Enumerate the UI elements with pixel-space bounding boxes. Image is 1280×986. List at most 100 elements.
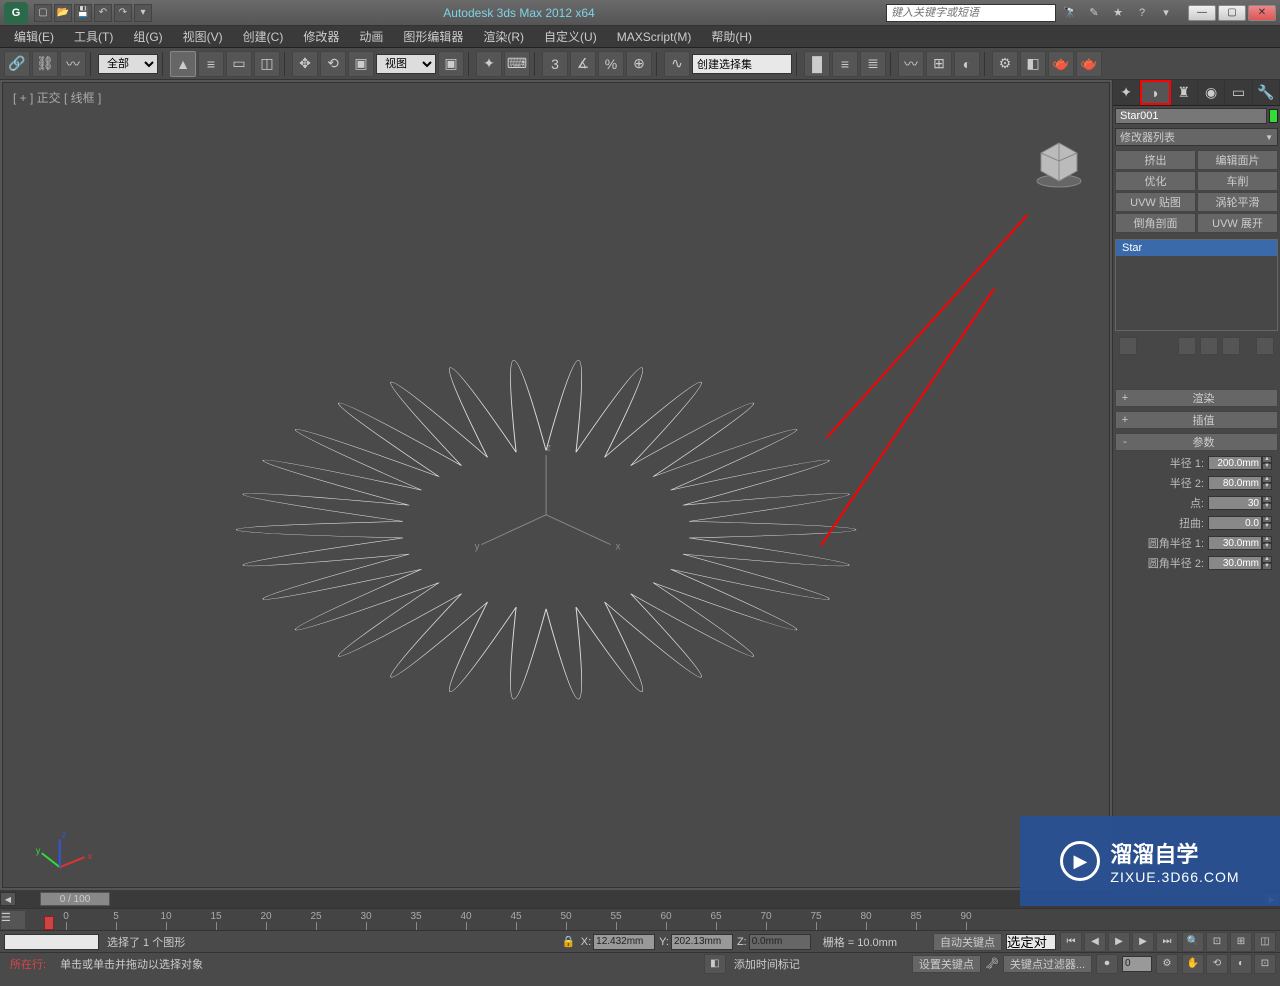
key-filters-button[interactable]: 关键点过滤器... [1003,955,1092,973]
rollout-interp-header[interactable]: +插值 [1115,411,1278,429]
move-icon[interactable]: ✥ [292,51,318,77]
snap-3d-icon[interactable]: 3 [542,51,568,77]
set-key-button[interactable]: 设置关键点 [912,955,981,973]
binoculars-icon[interactable]: 🔭 [1062,5,1078,21]
close-button[interactable]: ✕ [1248,5,1276,21]
key-marker[interactable] [44,916,54,930]
play-icon[interactable]: ▶ [1108,932,1130,952]
fillet1-input[interactable] [1208,536,1262,550]
selection-filter-dropdown[interactable]: 全部 [98,54,158,74]
radius1-input[interactable] [1208,456,1262,470]
stack-item-star[interactable]: Star [1116,240,1277,256]
select-rect-icon[interactable]: ▭ [226,51,252,77]
bevel-profile-button[interactable]: 倒角剖面 [1115,213,1196,233]
key-mode-select[interactable] [1006,934,1056,950]
pan-icon[interactable]: ✋ [1182,954,1204,974]
edit-patch-button[interactable]: 编辑面片 [1197,150,1278,170]
communication-icon[interactable]: ✎ [1086,5,1102,21]
menu-graph-editors[interactable]: 图形编辑器 [393,28,473,45]
add-time-tag[interactable]: 添加时间标记 [730,956,804,972]
fillet2-input[interactable] [1208,556,1262,570]
open-icon[interactable]: 📂 [54,4,72,22]
schematic-icon[interactable]: ⊞ [926,51,952,77]
render-frame-icon[interactable]: ◧ [1020,51,1046,77]
show-end-result-icon[interactable] [1178,337,1196,355]
help-icon[interactable]: ? [1134,5,1150,21]
utilities-tab-icon[interactable]: 🔧 [1253,80,1280,105]
named-selection-input[interactable] [692,54,792,74]
menu-help[interactable]: 帮助(H) [701,28,762,45]
optimize-button[interactable]: 优化 [1115,171,1196,191]
zoom-all-icon[interactable]: ⊡ [1206,932,1228,952]
spinner-down-icon[interactable]: ▼ [1262,463,1272,470]
extrude-button[interactable]: 挤出 [1115,150,1196,170]
key-mode-icon[interactable]: ⏺ [1096,954,1118,974]
bind-icon[interactable]: 〰 [60,51,86,77]
maximize-button[interactable]: ▢ [1218,5,1246,21]
uvw-unwrap-button[interactable]: UVW 展开 [1197,213,1278,233]
modify-tab-icon[interactable]: ◗ [1140,80,1170,105]
menu-animation[interactable]: 动画 [349,28,393,45]
spinner-up-icon[interactable]: ▲ [1262,456,1272,463]
distortion-input[interactable] [1208,516,1262,530]
x-coord-input[interactable] [593,934,655,950]
create-tab-icon[interactable]: ✦ [1113,80,1140,105]
curve-editor-icon[interactable]: 〰 [898,51,924,77]
select-icon[interactable]: ▲ [170,51,196,77]
auto-key-button[interactable]: 自动关键点 [933,933,1002,951]
menu-customize[interactable]: 自定义(U) [534,28,607,45]
menu-rendering[interactable]: 渲染(R) [473,28,534,45]
minimize-button[interactable]: — [1188,5,1216,21]
help-search-input[interactable] [886,4,1056,22]
hierarchy-tab-icon[interactable]: ♜ [1171,80,1198,105]
menu-group[interactable]: 组(G) [123,28,172,45]
lock-icon[interactable]: 🔒 [561,934,577,950]
scale-icon[interactable]: ▣ [348,51,374,77]
edit-named-sel-icon[interactable]: ∿ [664,51,690,77]
modifier-list-dropdown[interactable]: 修改器列表 [1115,128,1278,146]
dropdown-icon[interactable]: ▾ [1158,5,1174,21]
menu-modifiers[interactable]: 修改器 [293,28,349,45]
fov-icon[interactable]: ◐ [1230,954,1252,974]
object-name-input[interactable] [1115,108,1267,124]
zoom-region-icon[interactable]: ◫ [1254,932,1276,952]
display-tab-icon[interactable]: ▭ [1225,80,1252,105]
pivot-icon[interactable]: ▣ [438,51,464,77]
isolate-icon[interactable]: ◧ [704,954,726,974]
percent-snap-icon[interactable]: % [598,51,624,77]
lathe-button[interactable]: 车削 [1197,171,1278,191]
make-unique-icon[interactable] [1200,337,1218,355]
menu-edit[interactable]: 编辑(E) [4,28,64,45]
select-name-icon[interactable]: ≡ [198,51,224,77]
track-bar[interactable]: ☰ 051015202530354045505560657075808590 [0,908,1280,930]
mirror-icon[interactable]: ▐▌ [804,51,830,77]
align-icon[interactable]: ≡ [832,51,858,77]
motion-tab-icon[interactable]: ◉ [1198,80,1225,105]
radius2-input[interactable] [1208,476,1262,490]
object-color-swatch[interactable] [1269,109,1278,123]
rotate-icon[interactable]: ⟲ [320,51,346,77]
current-frame-input[interactable] [1122,956,1152,972]
next-frame-icon[interactable]: ▶ [1132,932,1154,952]
qat-more-icon[interactable]: ▾ [134,4,152,22]
zoom-icon[interactable]: 🔍 [1182,932,1204,952]
viewcube[interactable] [1029,133,1089,193]
time-config-icon[interactable]: ⚙ [1156,954,1178,974]
scroll-left-icon[interactable]: ◀ [0,892,16,906]
viewport[interactable]: [ + ] 正交 [ 线框 ] z y x [2,82,1110,888]
menu-views[interactable]: 视图(V) [173,28,233,45]
layers-icon[interactable]: ≣ [860,51,886,77]
spinner-snap-icon[interactable]: ⊕ [626,51,652,77]
render-icon[interactable]: 🫖 [1048,51,1074,77]
select-window-icon[interactable]: ◫ [254,51,280,77]
goto-end-icon[interactable]: ⏭ [1156,932,1178,952]
time-slider[interactable]: 0 / 100 [40,892,110,906]
undo-icon[interactable]: ↶ [94,4,112,22]
unlink-icon[interactable]: ⛓ [32,51,58,77]
rollout-render-header[interactable]: +渲染 [1115,389,1278,407]
maximize-viewport-icon[interactable]: ⊡ [1254,954,1276,974]
angle-snap-icon[interactable]: ∡ [570,51,596,77]
script-listener-input[interactable] [4,934,99,950]
modifier-stack[interactable]: Star [1115,239,1278,331]
z-coord-input[interactable] [749,934,811,950]
